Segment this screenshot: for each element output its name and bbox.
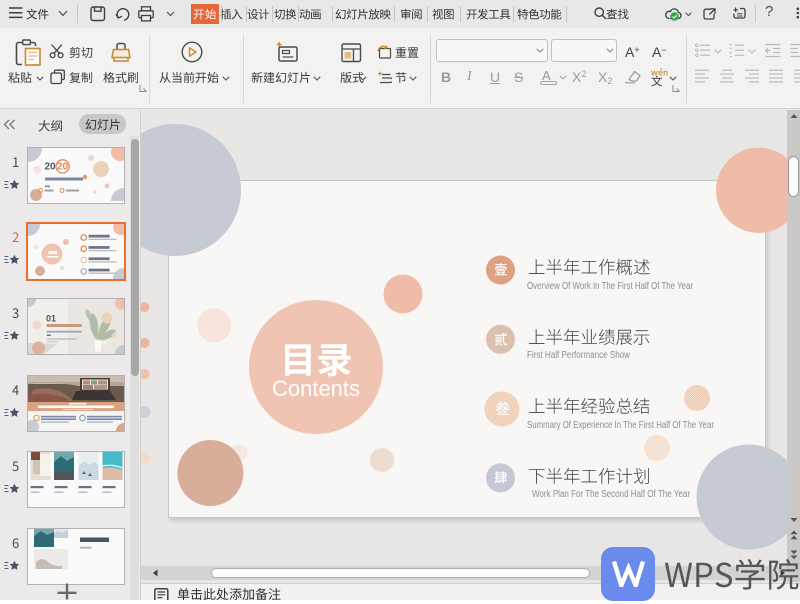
- svg-text:20: 20: [57, 162, 69, 173]
- svg-text:20: 20: [45, 162, 57, 173]
- svg-text:01: 01: [46, 314, 56, 324]
